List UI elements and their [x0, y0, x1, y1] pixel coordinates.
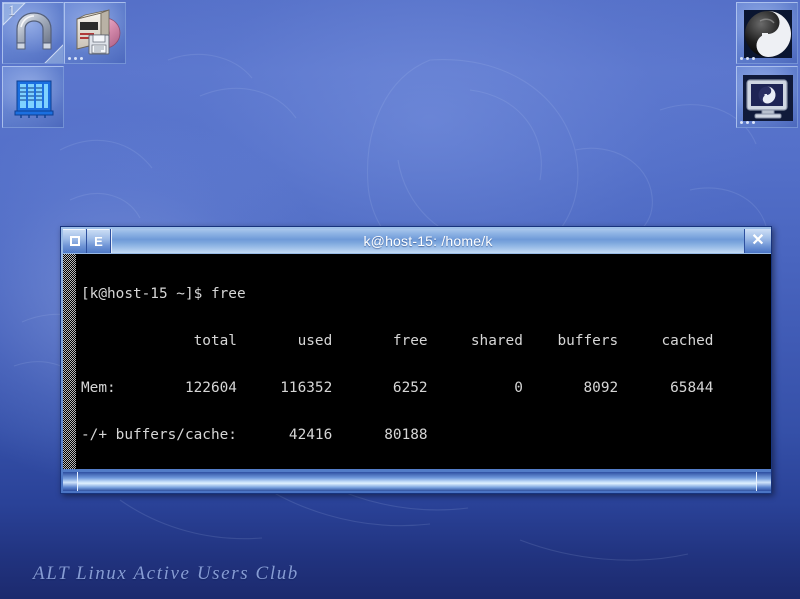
desktop-background[interactable]: 1 E k@host-15: /home/k ✕ [k@host-15 ~]$ …	[0, 0, 800, 599]
windowmaker-logo-icon	[744, 10, 792, 58]
dock-icon-monitor-preferences[interactable]	[736, 66, 798, 128]
terminal-scrollbar[interactable]	[63, 254, 77, 469]
maximize-icon	[69, 236, 80, 246]
window-title: k@host-15: /home/k	[363, 233, 493, 249]
resize-grip-right[interactable]	[757, 472, 771, 491]
window-title-area[interactable]: k@host-15: /home/k	[111, 229, 744, 253]
dock-icon-server-rack[interactable]	[2, 66, 64, 128]
close-button[interactable]: ✕	[744, 229, 771, 253]
terminal-line: Mem: 122604 116352 6252 0 8092 65844	[81, 379, 714, 396]
dock-icon-magnet-workspace[interactable]: 1	[2, 2, 64, 64]
maximize-button[interactable]	[63, 229, 87, 253]
dock-workspace-number: 1	[8, 3, 16, 19]
terminal-line: [k@host-15 ~]$ free	[81, 286, 246, 303]
terminal-window[interactable]: E k@host-15: /home/k ✕ [k@host-15 ~]$ fr…	[60, 226, 772, 494]
terminal-output[interactable]: [k@host-15 ~]$ free total used free shar…	[77, 254, 771, 469]
window-menu-label: E	[94, 233, 103, 249]
package-manager-icon	[76, 9, 121, 55]
monitor-icon	[743, 75, 793, 121]
window-titlebar[interactable]: E k@host-15: /home/k ✕	[63, 229, 771, 253]
dock-icon-package-manager[interactable]	[64, 2, 126, 64]
resize-grip-middle[interactable]	[77, 472, 757, 491]
terminal-line: -/+ buffers/cache: 42416 80188	[81, 426, 428, 443]
dock-icon-dots	[68, 57, 83, 60]
server-rack-icon	[14, 80, 54, 118]
dock-icon-dots	[740, 121, 755, 124]
dock-icon-windowmaker[interactable]	[736, 2, 798, 64]
window-frame: E k@host-15: /home/k ✕ [k@host-15 ~]$ fr…	[60, 226, 772, 494]
terminal-line: total used free shared buffers cached	[81, 332, 714, 349]
terminal-body[interactable]: [k@host-15 ~]$ free total used free shar…	[63, 254, 771, 469]
dock-icon-dots	[740, 57, 755, 60]
window-menu-button[interactable]: E	[87, 229, 111, 253]
resize-grip-left[interactable]	[63, 472, 77, 491]
desktop-footer-text: ALT Linux Active Users Club	[33, 563, 299, 584]
window-resize-bar[interactable]	[63, 472, 771, 491]
